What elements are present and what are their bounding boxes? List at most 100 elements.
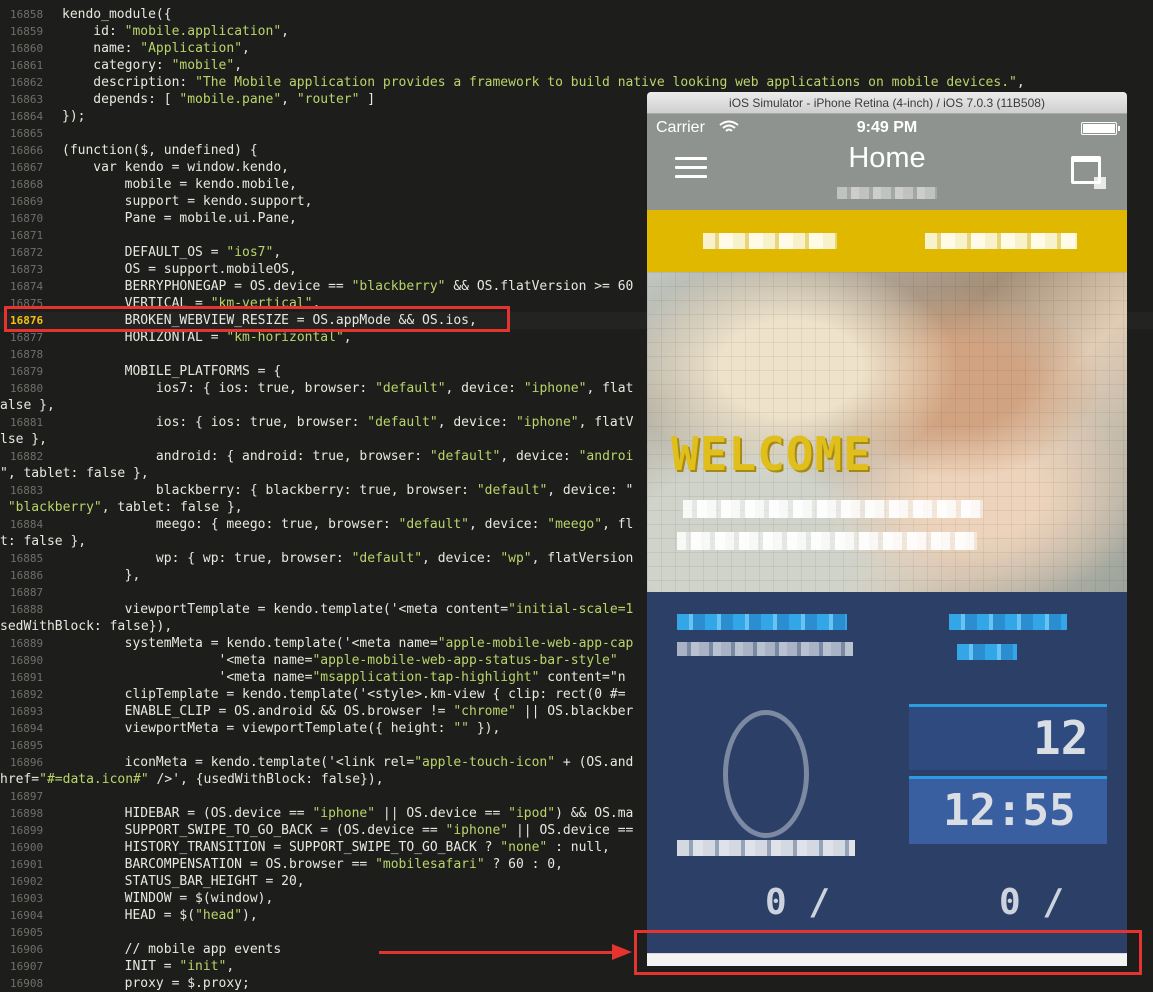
line-number: 16869 (10, 195, 44, 208)
annotation-arrow-line (379, 951, 616, 954)
quick-links-bar (647, 210, 1127, 272)
line-number: 16865 (10, 127, 44, 140)
line-code: VERTICAL = "km-vertical", (62, 296, 321, 311)
line-code: BROKEN_WEBVIEW_RESIZE = OS.appMode && OS… (62, 313, 477, 328)
line-number: 16860 (10, 42, 44, 55)
line-number: 16900 (10, 841, 44, 854)
code-line[interactable]: 16908 proxy = $.proxy; (0, 975, 1153, 992)
line-code: WINDOW = $(window), (62, 891, 274, 906)
line-number: 16875 (10, 297, 44, 310)
line-number: 16878 (10, 348, 44, 361)
line-number: 16890 (10, 654, 44, 667)
dashboard-bottom-glyphs-right: 0 / (999, 882, 1065, 923)
line-code: HORIZONTAL = "km-horizontal", (62, 330, 352, 345)
line-code: sedWithBlock: false}), (0, 619, 173, 634)
code-line[interactable]: 16860 name: "Application", (0, 40, 1153, 57)
dashboard-bottom-glyphs-left: 0 / (765, 882, 831, 923)
code-line[interactable]: 16862 description: "The Mobile applicati… (0, 74, 1153, 91)
line-number: 16859 (10, 25, 44, 38)
dashboard-panel: 12 12:55 0 / 0 / (647, 592, 1127, 966)
line-code: viewportMeta = viewportTemplate({ height… (62, 721, 501, 736)
line-number: 16870 (10, 212, 44, 225)
line-code: BERRYPHONEGAP = OS.device == "blackberry… (62, 279, 634, 294)
app-tabstrip[interactable] (647, 953, 1127, 966)
quick-link-right[interactable] (925, 233, 1077, 249)
line-code: HISTORY_TRANSITION = SUPPORT_SWIPE_TO_GO… (62, 840, 610, 855)
line-code: support = kendo.support, (62, 194, 313, 209)
line-code: lse }, (0, 432, 47, 447)
line-code: t: false }, (0, 534, 87, 549)
line-number: 16862 (10, 76, 44, 89)
phone-screen[interactable]: Carrier 9:49 PM Home WELCOME 12 12:55 0 … (647, 114, 1127, 966)
dashboard-stat-card-bottom: 12:55 (909, 776, 1107, 844)
line-number: 16887 (10, 586, 44, 599)
status-time: 9:49 PM (856, 119, 918, 136)
line-number: 16886 (10, 569, 44, 582)
line-number: 16892 (10, 688, 44, 701)
dashboard-link-right[interactable] (949, 614, 1067, 630)
code-line[interactable]: 16861 category: "mobile", (0, 57, 1153, 74)
dashboard-stat-bottom: 12:55 (943, 785, 1076, 836)
line-number: 16894 (10, 722, 44, 735)
code-line[interactable]: 16858 kendo_module({ (0, 6, 1153, 23)
app-navbar: Home (647, 142, 1127, 210)
simulator-title-bar[interactable]: iOS Simulator - iPhone Retina (4-inch) /… (647, 92, 1127, 114)
ios-simulator-window[interactable]: iOS Simulator - iPhone Retina (4-inch) /… (647, 92, 1127, 966)
line-number: 16866 (10, 144, 44, 157)
line-number: 16906 (10, 943, 44, 956)
line-code: depends: [ "mobile.pane", "router" ] (62, 92, 376, 107)
dashboard-link-right-2[interactable] (957, 644, 1017, 660)
line-code: MOBILE_PLATFORMS = { (62, 364, 282, 379)
welcome-hero-image: WELCOME (647, 272, 1127, 592)
line-code: ENABLE_CLIP = OS.android && OS.browser !… (62, 704, 634, 719)
line-number: 16871 (10, 229, 44, 242)
line-number: 16879 (10, 365, 44, 378)
line-number: 16881 (10, 416, 44, 429)
line-code: alse }, (0, 398, 55, 413)
line-number: 16901 (10, 858, 44, 871)
line-code: ", tablet: false }, (0, 466, 149, 481)
line-code: HEAD = $("head"), (62, 908, 258, 923)
line-number: 16899 (10, 824, 44, 837)
quick-link-left[interactable] (703, 233, 837, 249)
annotation-arrow-head (612, 944, 632, 960)
line-code: id: "mobile.application", (62, 24, 289, 39)
line-number: 16896 (10, 756, 44, 769)
welcome-headline: WELCOME (671, 427, 872, 481)
line-code: '<meta name="msapplication-tap-highlight… (62, 670, 626, 685)
line-code: DEFAULT_OS = "ios7", (62, 245, 282, 260)
hero-text-line-1 (683, 500, 983, 518)
dashboard-sublabel-left (677, 642, 853, 656)
line-number: 16907 (10, 960, 44, 973)
line-code: description: "The Mobile application pro… (62, 75, 1025, 90)
line-number: 16867 (10, 161, 44, 174)
line-number: 16873 (10, 263, 44, 276)
line-code: kendo_module({ (62, 7, 172, 22)
dashboard-footer-text (677, 840, 855, 856)
battery-icon (1081, 122, 1120, 135)
line-number: 16864 (10, 110, 44, 123)
line-code: // mobile app events (62, 942, 282, 957)
dashboard-stat-card-top: 12 (909, 704, 1107, 770)
line-number: 16903 (10, 892, 44, 905)
dashboard-stat-top: 12 (1033, 711, 1089, 765)
line-code: STATUS_BAR_HEIGHT = 20, (62, 874, 305, 889)
code-line[interactable]: 16859 id: "mobile.application", (0, 23, 1153, 40)
line-number: 16858 (10, 8, 44, 21)
dashboard-link-left[interactable] (677, 614, 847, 630)
line-number: 16861 (10, 59, 44, 72)
line-code: HIDEBAR = (OS.device == "iphone" || OS.d… (62, 806, 634, 821)
line-number: 16905 (10, 926, 44, 939)
calendar-icon[interactable] (1071, 156, 1106, 189)
line-code: '<meta name="apple-mobile-web-app-status… (62, 653, 618, 668)
dashboard-dial (723, 710, 809, 838)
line-number: 16882 (10, 450, 44, 463)
line-code: }); (62, 109, 86, 124)
page-subtitle-blurred (837, 187, 937, 199)
line-code: "blackberry", tablet: false }, (7, 500, 243, 515)
line-number: 16889 (10, 637, 44, 650)
line-number: 16880 (10, 382, 44, 395)
line-number: 16884 (10, 518, 44, 531)
line-number: 16868 (10, 178, 44, 191)
line-code: BARCOMPENSATION = OS.browser == "mobiles… (62, 857, 563, 872)
